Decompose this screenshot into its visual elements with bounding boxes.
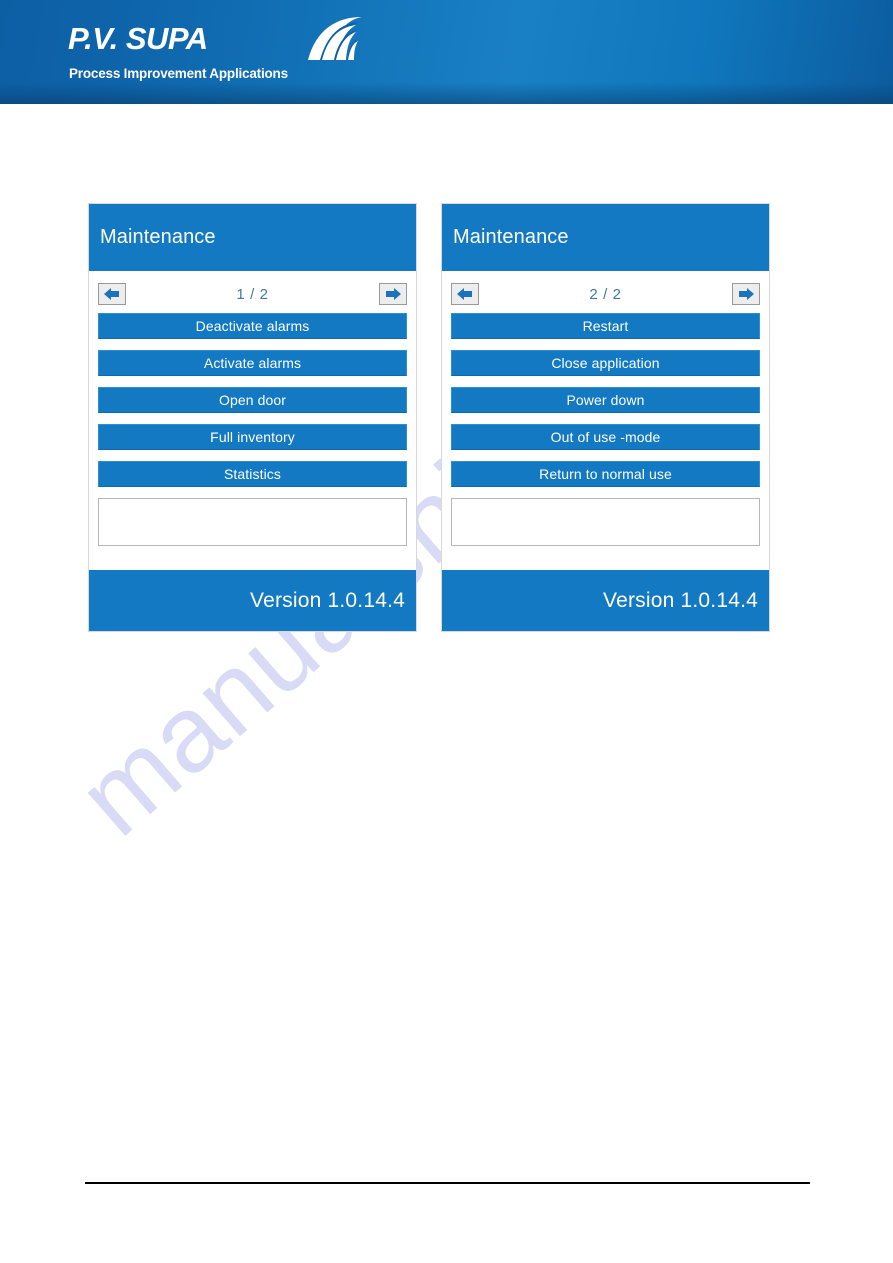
page-indicator: 2 / 2 — [589, 285, 622, 303]
logo-tagline: Process Improvement Applications — [69, 66, 288, 81]
page-title: Maintenance — [453, 226, 569, 248]
action-button-list: Restart Close application Power down Out… — [451, 313, 760, 487]
arrow-left-icon — [103, 287, 121, 301]
logo-wordmark: P.V. SUPA — [68, 21, 208, 56]
panel-footer: Version 1.0.14.4 — [89, 570, 416, 631]
panel-footer: Version 1.0.14.4 — [442, 570, 769, 631]
message-output-box[interactable] — [98, 498, 407, 546]
previous-page-button[interactable] — [451, 283, 479, 305]
page-title: Maintenance — [100, 226, 216, 248]
statistics-button[interactable]: Statistics — [98, 461, 407, 487]
footer-divider — [85, 1182, 810, 1184]
return-to-normal-use-button[interactable]: Return to normal use — [451, 461, 760, 487]
arrow-left-icon — [456, 287, 474, 301]
next-page-button[interactable] — [379, 283, 407, 305]
company-logo: P.V. SUPA Process Improvement Applicatio… — [68, 17, 368, 84]
previous-page-button[interactable] — [98, 283, 126, 305]
restart-button[interactable]: Restart — [451, 313, 760, 339]
arrow-right-icon — [737, 287, 755, 301]
version-label: Version 1.0.14.4 — [250, 588, 405, 612]
maintenance-screens: Maintenance 1 / 2 Deactivate alarms Acti… — [88, 203, 772, 632]
deactivate-alarms-button[interactable]: Deactivate alarms — [98, 313, 407, 339]
pagination-bar: 1 / 2 — [98, 279, 407, 309]
action-button-list: Deactivate alarms Activate alarms Open d… — [98, 313, 407, 487]
version-label: Version 1.0.14.4 — [603, 588, 758, 612]
panel-header: Maintenance — [442, 204, 769, 271]
panel-body: 2 / 2 Restart Close application Power do… — [442, 271, 769, 570]
panel-header: Maintenance — [89, 204, 416, 271]
pagination-bar: 2 / 2 — [451, 279, 760, 309]
out-of-use-mode-button[interactable]: Out of use -mode — [451, 424, 760, 450]
panel-body: 1 / 2 Deactivate alarms Activate alarms … — [89, 271, 416, 570]
brand-header-band: P.V. SUPA Process Improvement Applicatio… — [0, 0, 893, 104]
maintenance-screen-page-2: Maintenance 2 / 2 Restart Close applicat… — [441, 203, 770, 632]
activate-alarms-button[interactable]: Activate alarms — [98, 350, 407, 376]
power-down-button[interactable]: Power down — [451, 387, 760, 413]
full-inventory-button[interactable]: Full inventory — [98, 424, 407, 450]
close-application-button[interactable]: Close application — [451, 350, 760, 376]
open-door-button[interactable]: Open door — [98, 387, 407, 413]
message-output-box[interactable] — [451, 498, 760, 546]
signal-waves-icon — [306, 16, 364, 62]
maintenance-screen-page-1: Maintenance 1 / 2 Deactivate alarms Acti… — [88, 203, 417, 632]
page-indicator: 1 / 2 — [236, 285, 269, 303]
arrow-right-icon — [384, 287, 402, 301]
next-page-button[interactable] — [732, 283, 760, 305]
